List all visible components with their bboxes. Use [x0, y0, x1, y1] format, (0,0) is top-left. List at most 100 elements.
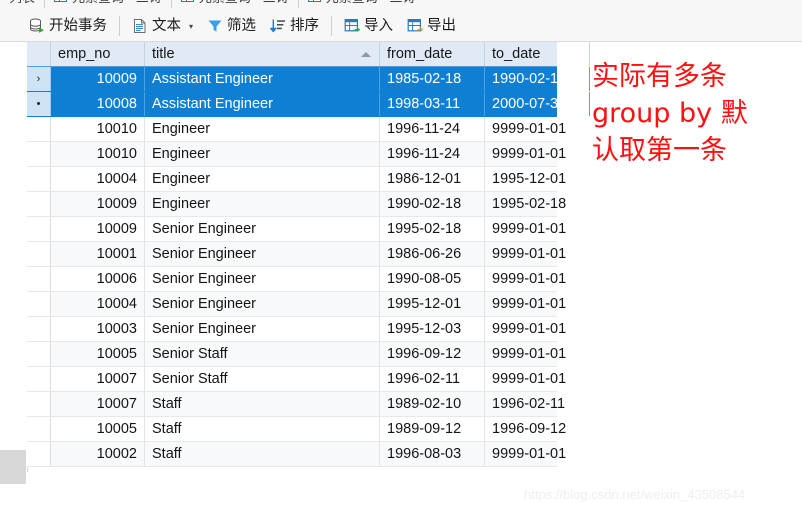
cell-emp-no[interactable]: 10005 — [51, 417, 145, 441]
table-row[interactable]: 10007 Staff 1989-02-10 1996-02-11 — [27, 392, 565, 417]
row-marker[interactable] — [27, 167, 51, 191]
table-row[interactable]: 10009 Engineer 1990-02-18 1995-02-18 — [27, 192, 566, 217]
cell-from-date[interactable]: 1995-12-01 — [380, 292, 485, 316]
cell-title[interactable]: Staff — [145, 442, 380, 466]
cell-to-date[interactable]: 9999-01-01 — [485, 292, 590, 316]
cell-title[interactable]: Assistant Engineer — [145, 92, 380, 116]
cell-title[interactable]: Staff — [145, 417, 380, 441]
table-row[interactable]: › 10009 Assistant Engineer 1985-02-18 1990-0… — [27, 67, 590, 92]
import-button[interactable]: 导入 — [337, 14, 400, 38]
cell-from-date[interactable]: 1996-11-24 — [380, 117, 485, 141]
cell-emp-no[interactable]: 10009 — [51, 217, 145, 241]
table-row[interactable]: 10001 Senior Engineer 1986-06-26 9999-01-01 — [27, 242, 566, 267]
table-row[interactable]: 10002 Staff 1996-08-03 9999-01-01 — [27, 442, 566, 467]
cell-to-date[interactable]: 9999-01-01 — [485, 367, 590, 391]
row-marker[interactable]: › — [27, 67, 51, 91]
cell-from-date[interactable]: 1996-08-03 — [380, 442, 485, 466]
cell-title[interactable]: Engineer — [145, 142, 380, 166]
row-marker[interactable] — [27, 242, 51, 266]
cell-from-date[interactable]: 1986-12-01 — [380, 167, 485, 191]
cell-emp-no[interactable]: 10005 — [51, 342, 145, 366]
cell-emp-no[interactable]: 10010 — [51, 142, 145, 166]
top-strip-group-0[interactable]: 列表 — [0, 0, 44, 8]
row-marker[interactable] — [27, 367, 51, 391]
cell-emp-no[interactable]: 10004 — [51, 167, 145, 191]
row-marker[interactable] — [27, 117, 51, 141]
cell-title[interactable]: Senior Staff — [145, 342, 380, 366]
cell-to-date[interactable]: 9999-01-01 — [485, 342, 590, 366]
cell-to-date[interactable]: 2000-07-31 — [485, 92, 590, 116]
cell-from-date[interactable]: 1990-08-05 — [380, 267, 485, 291]
row-marker[interactable] — [27, 192, 51, 216]
cell-from-date[interactable]: 1996-11-24 — [380, 142, 485, 166]
table-row[interactable]: 10009 Senior Engineer 1995-02-18 9999-01-01 — [27, 217, 566, 242]
cell-title[interactable]: Senior Engineer — [145, 317, 380, 341]
cell-to-date[interactable]: 1996-09-12 — [485, 417, 590, 441]
cell-to-date[interactable]: 9999-01-01 — [485, 142, 590, 166]
cell-title[interactable]: Senior Engineer — [145, 292, 380, 316]
cell-to-date[interactable]: 9999-01-01 — [485, 317, 590, 341]
table-row[interactable]: 10007 Senior Staff 1996-02-11 9999-01-01 — [27, 367, 566, 392]
collapsed-panel-stub[interactable] — [0, 450, 26, 484]
cell-to-date[interactable]: 9999-01-01 — [485, 217, 590, 241]
cell-title[interactable]: Engineer — [145, 192, 380, 216]
cell-title[interactable]: Staff — [145, 392, 380, 416]
table-row[interactable]: 10004 Engineer 1986-12-01 1995-12-01 — [27, 167, 566, 192]
cell-to-date[interactable]: 1995-12-01 — [485, 167, 590, 191]
cell-from-date[interactable]: 1996-09-12 — [380, 342, 485, 366]
cell-emp-no[interactable]: 10009 — [51, 67, 145, 91]
column-header-emp-no[interactable]: emp_no — [51, 42, 145, 66]
cell-emp-no[interactable]: 10010 — [51, 117, 145, 141]
row-marker[interactable] — [27, 292, 51, 316]
top-strip-group-2[interactable]: 元素查询 ▪ 三诗 — [170, 0, 298, 8]
cell-from-date[interactable]: 1985-02-18 — [380, 67, 485, 91]
cell-title[interactable]: Senior Engineer — [145, 267, 380, 291]
cell-to-date[interactable]: 9999-01-01 — [485, 442, 590, 466]
cell-from-date[interactable]: 1995-02-18 — [380, 217, 485, 241]
filter-button[interactable]: 筛选 — [200, 14, 263, 38]
top-strip-group-1[interactable]: 元素查询 ▪ 三诗 — [44, 0, 171, 8]
cell-from-date[interactable]: 1995-12-03 — [380, 317, 485, 341]
cell-to-date[interactable]: 1996-02-11 — [485, 392, 590, 416]
table-row[interactable]: 10003 Senior Engineer 1995-12-03 9999-01-01 — [27, 317, 566, 342]
cell-title[interactable]: Assistant Engineer — [145, 67, 380, 91]
cell-to-date[interactable]: 1995-02-18 — [485, 192, 590, 216]
row-marker[interactable] — [27, 217, 51, 241]
cell-from-date[interactable]: 1998-03-11 — [380, 92, 485, 116]
top-strip-group-3[interactable]: 元素查询 ▪ 三诗 — [297, 0, 425, 8]
cell-to-date[interactable]: 9999-01-01 — [485, 117, 590, 141]
cell-title[interactable]: Senior Engineer — [145, 217, 380, 241]
table-row[interactable]: • 10008 Assistant Engineer 1998-03-11 2000-0… — [27, 92, 590, 117]
row-marker[interactable] — [27, 317, 51, 341]
column-header-to-date[interactable]: to_date — [485, 42, 590, 66]
chevron-down-icon[interactable]: ▾ — [189, 22, 193, 31]
table-row[interactable]: 10005 Staff 1989-09-12 1996-09-12 — [27, 417, 566, 442]
cell-from-date[interactable]: 1990-02-18 — [380, 192, 485, 216]
cell-title[interactable]: Senior Engineer — [145, 242, 380, 266]
text-button[interactable]: 文本 ▾ — [125, 14, 200, 38]
cell-emp-no[interactable]: 10003 — [51, 317, 145, 341]
cell-from-date[interactable]: 1989-02-10 — [380, 392, 485, 416]
row-marker[interactable] — [27, 392, 51, 416]
column-header-title[interactable]: title — [145, 42, 380, 66]
cell-from-date[interactable]: 1989-09-12 — [380, 417, 485, 441]
row-marker[interactable]: • — [27, 92, 51, 116]
table-row[interactable]: 10010 Engineer 1996-11-24 9999-01-01 — [27, 142, 566, 167]
begin-transaction-button[interactable]: 开始事务 — [22, 14, 114, 38]
cell-to-date[interactable]: 9999-01-01 — [485, 267, 590, 291]
sort-button[interactable]: 排序 — [263, 14, 326, 38]
row-marker[interactable] — [27, 417, 51, 441]
cell-title[interactable]: Engineer — [145, 167, 380, 191]
cell-from-date[interactable]: 1996-02-11 — [380, 367, 485, 391]
cell-emp-no[interactable]: 10009 — [51, 192, 145, 216]
row-marker[interactable] — [27, 267, 51, 291]
table-row[interactable]: 10004 Senior Engineer 1995-12-01 9999-01-01 — [27, 292, 566, 317]
table-row[interactable]: 10010 Engineer 1996-11-24 9999-01-01 — [27, 117, 566, 142]
cell-emp-no[interactable]: 10008 — [51, 92, 145, 116]
row-marker[interactable] — [27, 142, 51, 166]
cell-emp-no[interactable]: 10007 — [51, 367, 145, 391]
cell-emp-no[interactable]: 10002 — [51, 442, 145, 466]
cell-emp-no[interactable]: 10006 — [51, 267, 145, 291]
export-button[interactable]: 导出 — [400, 14, 463, 38]
table-row[interactable]: 10006 Senior Engineer 1990-08-05 9999-01-01 — [27, 267, 566, 292]
